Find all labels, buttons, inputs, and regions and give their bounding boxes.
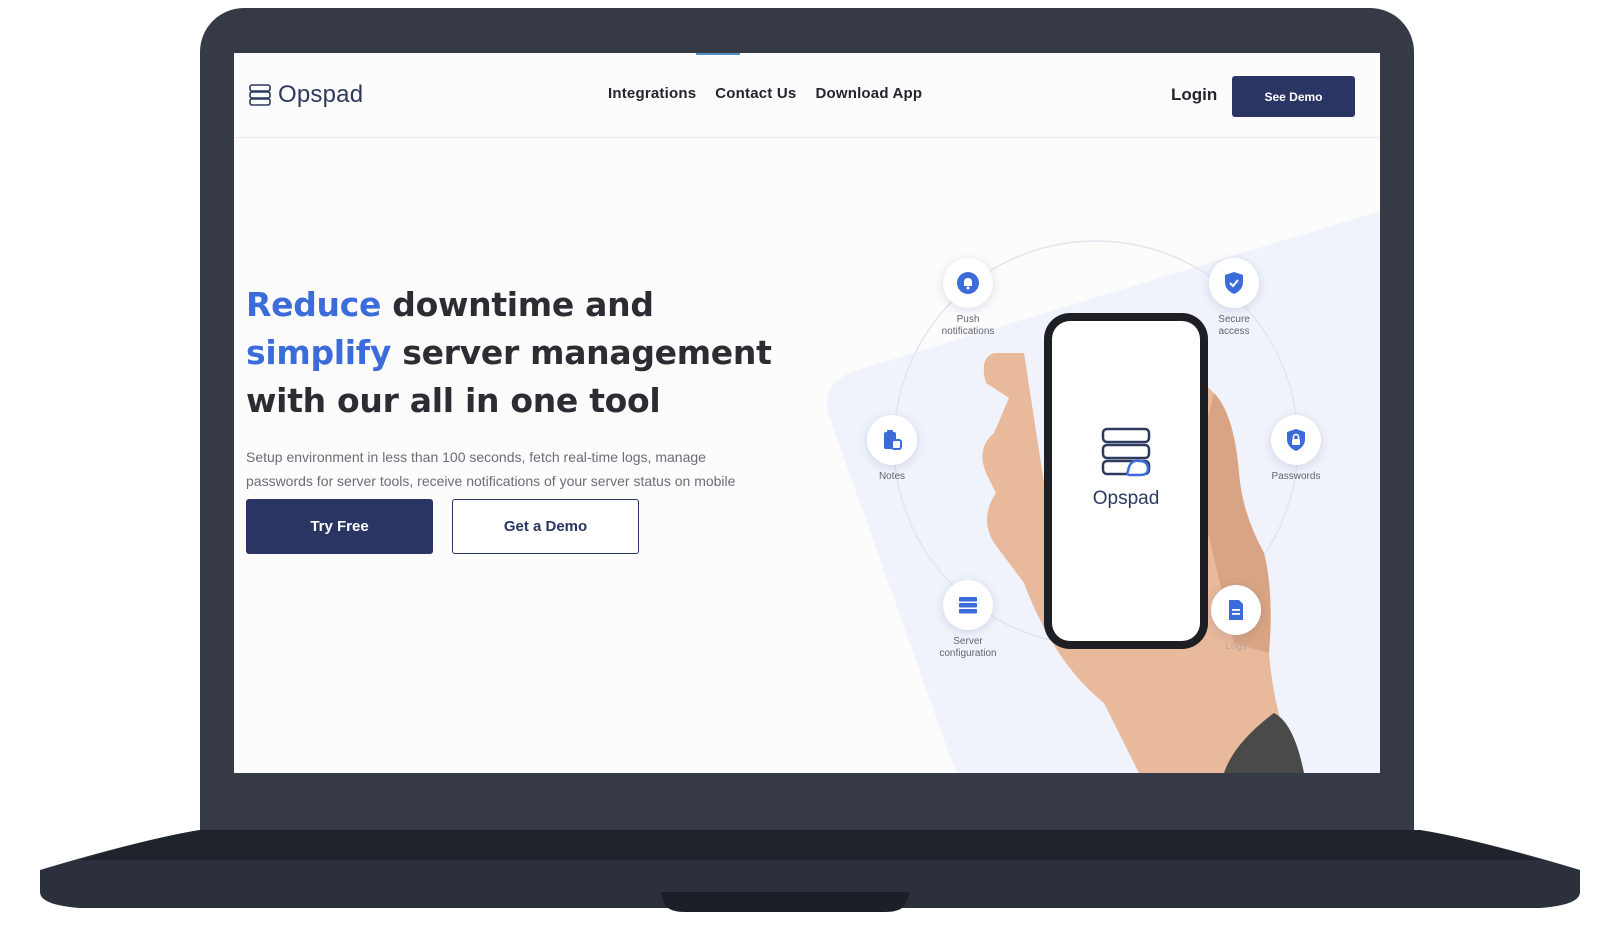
server-cloud-logo-icon	[1101, 427, 1151, 477]
phone-app-name: Opspad	[1092, 488, 1160, 509]
feature-label-push-1: Push	[956, 314, 980, 325]
server-icon	[959, 597, 977, 614]
feature-label-logs: Logs	[1225, 641, 1247, 652]
feature-passwords: Passwords	[1236, 415, 1356, 483]
hand-holding-phone-illustration	[982, 353, 1304, 773]
clipboard-icon	[884, 430, 902, 450]
feature-label-secure-2: access	[1218, 326, 1250, 337]
feature-label-server-2: configuration	[939, 648, 997, 659]
feature-label-notes: Notes	[878, 471, 906, 482]
feature-notes: Notes	[832, 415, 952, 483]
feature-secure-access: Secure access	[1174, 258, 1294, 338]
feature-logs: Logs	[1176, 585, 1296, 653]
shield-check-icon	[1225, 272, 1243, 294]
feature-push-notifications: Push notifications	[908, 258, 1028, 338]
feature-label-passwords: Passwords	[1271, 471, 1321, 482]
phone-app-logo: Opspad	[1052, 425, 1200, 510]
browser-viewport: Opspad Integrations Contact Us Download …	[234, 53, 1380, 773]
feature-label-push-2: notifications	[941, 326, 995, 337]
feature-label-secure-1: Secure	[1218, 314, 1250, 325]
bell-icon	[957, 272, 979, 294]
feature-server-configuration: Server configuration	[908, 580, 1028, 660]
document-icon	[1229, 600, 1243, 620]
webcam-indicator	[696, 53, 740, 55]
feature-label-server-1: Server	[953, 636, 983, 647]
shield-lock-icon	[1287, 429, 1305, 451]
laptop-keyboard-base	[40, 830, 1580, 912]
